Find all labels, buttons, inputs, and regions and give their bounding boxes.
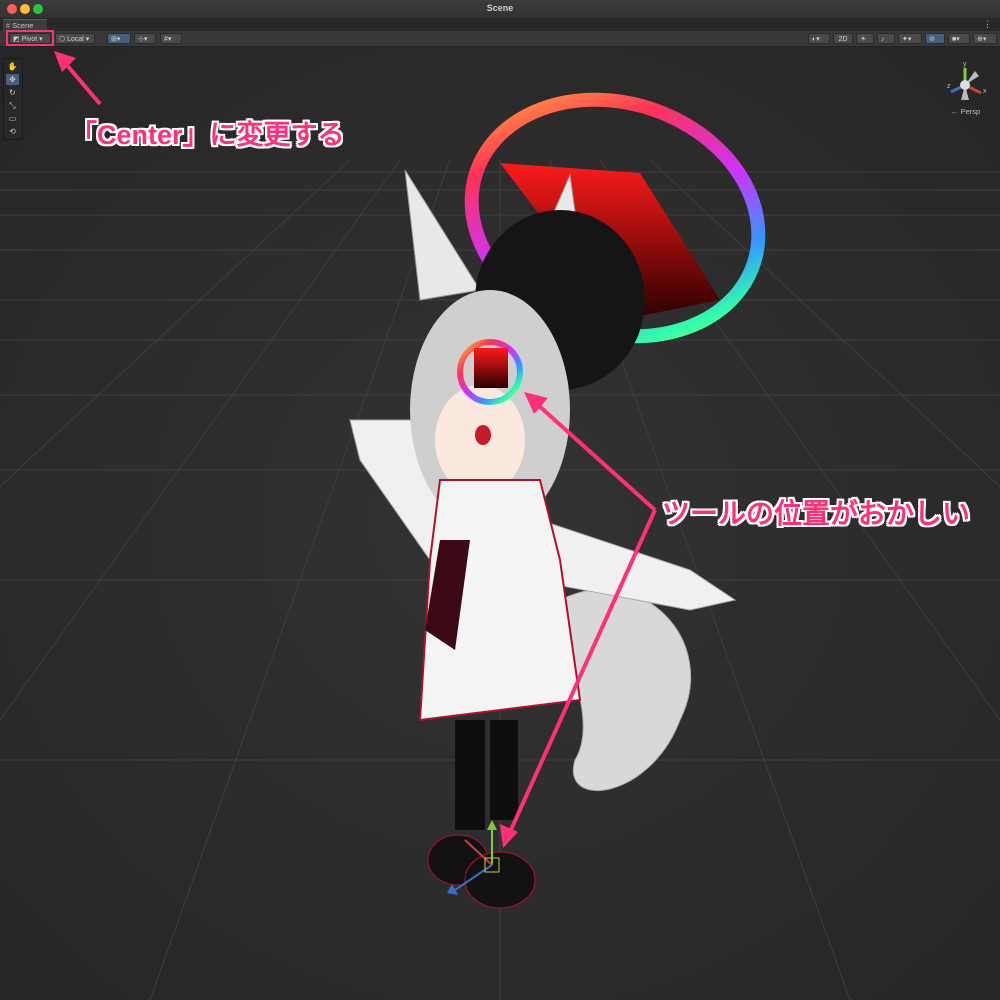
- local-label: Local: [67, 36, 84, 43]
- grid-visibility-button[interactable]: #▾: [160, 33, 182, 44]
- more-options-icon[interactable]: ⋮: [983, 19, 992, 30]
- tool-palette: ✋ ✥ ↻ ⤡ ▭ ⟲: [3, 58, 23, 140]
- annotation-pivot-note: 「Center」に変更する: [70, 120, 345, 150]
- tab-scene-label: Scene: [12, 21, 34, 30]
- grid-snap-icon: ⊞▾: [111, 36, 121, 43]
- move-tool-icon[interactable]: ✥: [6, 74, 19, 85]
- annotation-tool-note: ツールの位置がおかしい: [662, 498, 971, 529]
- view-tool-hand-icon[interactable]: ✋: [6, 61, 19, 72]
- visibility-icon: ⊘: [929, 36, 935, 43]
- pivot-highlight-box: [6, 30, 54, 46]
- audio-icon: ♪: [881, 36, 885, 43]
- projection-label[interactable]: ← Persp: [951, 107, 980, 116]
- draw-mode-button[interactable]: ◐▾: [808, 33, 830, 44]
- light-icon: ☀: [860, 36, 867, 43]
- gizmos-button[interactable]: ⊕▾: [973, 33, 997, 44]
- camera-settings-button[interactable]: ■▾: [948, 33, 970, 44]
- local-icon: ⬡: [59, 36, 66, 43]
- gizmos-icon: ⊕▾: [977, 36, 987, 43]
- grid-icon: #▾: [164, 36, 172, 43]
- gizmo-z-label: z: [947, 83, 951, 90]
- small-red-plane: [474, 348, 508, 388]
- lighting-toggle-button[interactable]: ☀: [856, 33, 874, 44]
- shading-icon: ◐▾: [812, 36, 820, 43]
- mode-2d-label: 2D: [838, 36, 848, 43]
- effects-button[interactable]: ✦▾: [898, 33, 922, 44]
- window-title: Scene: [486, 3, 514, 13]
- rect-tool-icon[interactable]: ▭: [6, 113, 19, 124]
- scale-tool-icon[interactable]: ⤡: [6, 100, 19, 111]
- mode-2d-button[interactable]: 2D: [833, 33, 853, 44]
- transform-tool-icon[interactable]: ⟲: [6, 126, 19, 137]
- local-toggle-button[interactable]: ⬡ Local ▾: [55, 33, 95, 44]
- grid-snapping-button[interactable]: ⊞▾: [107, 33, 131, 44]
- audio-toggle-button[interactable]: ♪: [877, 33, 895, 44]
- camera-icon: ■▾: [952, 36, 960, 43]
- gizmo-y-label: y: [963, 61, 967, 68]
- rotate-tool-icon[interactable]: ↻: [6, 87, 19, 98]
- tab-bar: # Scene ⋮: [0, 18, 1000, 31]
- window-titlebar: Scene: [0, 0, 1000, 19]
- scene-toolbar: ◩ Pivot ▾ ⬡ Local ▾ ⊞▾ ⊹▾ #▾ ◐▾ 2D ☀ ♪ ✦…: [0, 31, 1000, 47]
- gizmo-x-label: x: [983, 88, 987, 95]
- scene-visibility-button[interactable]: ⊘: [925, 33, 945, 44]
- increment-snap-button[interactable]: ⊹▾: [134, 33, 156, 44]
- hash-icon: #: [6, 21, 11, 30]
- chevron-down-icon: ▾: [85, 36, 90, 43]
- effects-icon: ✦▾: [902, 36, 912, 43]
- snap-increment-icon: ⊹▾: [138, 36, 148, 43]
